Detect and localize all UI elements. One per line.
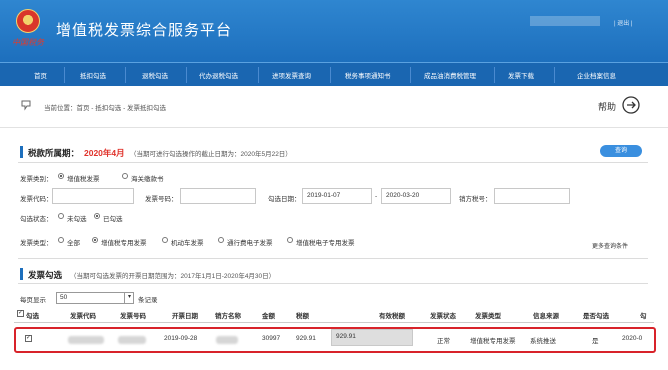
radio-type-vehicle-label: 机动车发票 xyxy=(171,240,204,247)
row-check-date: 2020-0 xyxy=(622,335,643,342)
date-to-input[interactable]: 2020-03-20 xyxy=(381,188,451,204)
col-date: 开票日期 xyxy=(172,313,198,320)
row-amount: 30997 xyxy=(262,335,281,342)
section-marker xyxy=(20,268,23,280)
invoice-number-input[interactable] xyxy=(180,188,256,204)
date-label: 勾选日期： xyxy=(268,196,301,203)
seller-tax-label: 销方税号： xyxy=(459,196,492,203)
svg-text:中国税务: 中国税务 xyxy=(12,38,45,47)
col-status: 发票状态 xyxy=(430,313,456,320)
query-button[interactable]: 查询 xyxy=(600,145,642,157)
section-marker xyxy=(20,146,23,158)
nav-item-refund[interactable]: 退税勾选 xyxy=(142,70,168,80)
blurred-seller-name xyxy=(216,336,238,344)
nav-item-deduction[interactable]: 抵扣勾选 xyxy=(80,70,106,80)
radio-type-e-special-label: 增值税电子专用发票 xyxy=(296,240,355,247)
app-title: 增值税发票综合服务平台 xyxy=(56,22,233,39)
check-status-label: 勾选状态： xyxy=(20,216,53,223)
period-note: （当期可进行勾选操作的截止日期为：2020年5月22日） xyxy=(130,151,292,158)
radio-vat-invoice-label: 增值税发票 xyxy=(67,176,100,183)
nav-item-download[interactable]: 发票下载 xyxy=(508,70,534,80)
radio-checked-label: 已勾选 xyxy=(103,216,123,223)
row-source: 系统推送 xyxy=(530,338,556,345)
exit-link[interactable]: | 退出 | xyxy=(614,18,632,27)
row-status: 正常 xyxy=(437,338,450,345)
radio-type-toll[interactable] xyxy=(218,237,224,243)
radio-type-vehicle[interactable] xyxy=(162,237,168,243)
page-size-select[interactable]: 50 xyxy=(56,292,134,304)
invoice-section-title: 发票勾选 xyxy=(28,270,63,280)
invoice-section-note: （当期可勾选发票的开票日期范围为：2017年1月1日-2020年4月30日） xyxy=(70,273,276,280)
col-checked: 是否勾选 xyxy=(583,313,609,320)
row-tax: 929.91 xyxy=(296,335,316,342)
select-all-checkbox[interactable]: ✓ xyxy=(17,310,24,317)
invoice-code-label: 发票代码： xyxy=(20,196,53,203)
nav-item-oil-tax[interactable]: 成品油消费税管理 xyxy=(424,70,476,80)
user-info-blurred xyxy=(530,16,600,26)
invoice-type-label: 发票类型： xyxy=(20,240,53,247)
radio-type-all[interactable] xyxy=(58,237,64,243)
help-link[interactable]: 帮助 xyxy=(598,100,616,113)
col-check: 勾选 xyxy=(26,313,39,320)
nav-item-input-query[interactable]: 进项发票查询 xyxy=(272,70,311,80)
seller-tax-input[interactable] xyxy=(494,188,570,204)
col-tax: 税额 xyxy=(296,313,309,320)
row-date: 2019-09-28 xyxy=(164,335,198,342)
nav-item-notices[interactable]: 税务事项通知书 xyxy=(345,70,391,80)
radio-type-vat-special[interactable] xyxy=(92,237,98,243)
arrow-right-circle-icon[interactable] xyxy=(622,96,640,114)
radio-type-vat-special-label: 增值税专用发票 xyxy=(101,240,147,247)
nav-item-agent-refund[interactable]: 代办退税勾选 xyxy=(199,70,238,80)
radio-vat-invoice[interactable] xyxy=(58,173,64,179)
radio-customs[interactable] xyxy=(122,173,128,179)
col-amount: 金额 xyxy=(262,313,275,320)
more-conditions-link[interactable]: 更多查询条件 xyxy=(592,241,628,250)
radio-customs-label: 海关缴款书 xyxy=(131,176,164,183)
col-valid-tax: 有效税额 xyxy=(379,313,405,320)
date-separator: - xyxy=(375,193,378,200)
location-pin-icon xyxy=(21,100,31,111)
invoice-code-input[interactable] xyxy=(52,188,134,204)
page-size-unit: 条记录 xyxy=(138,297,158,304)
blurred-invoice-code xyxy=(68,336,104,344)
tax-logo-lettering: 中国税务 xyxy=(12,38,45,47)
breadcrumb-text: 当前位置：首页 - 抵扣勾选 - 发票抵扣勾选 xyxy=(44,105,167,112)
row-checked: 是 xyxy=(592,338,599,345)
page-size-label: 每页显示 xyxy=(20,297,46,304)
invoice-class-label: 发票类别： xyxy=(20,176,53,183)
period-value: 2020年4月 xyxy=(84,148,125,158)
divider xyxy=(18,258,648,259)
radio-checked[interactable] xyxy=(94,213,100,219)
radio-type-toll-label: 通行费电子发票 xyxy=(227,240,273,247)
blurred-invoice-number xyxy=(118,336,146,344)
period-label: 税款所属期： xyxy=(28,148,80,158)
col-code: 发票代码 xyxy=(70,313,96,320)
nav-item-home[interactable]: 首页 xyxy=(34,70,47,80)
table-header-line xyxy=(14,322,654,323)
main-nav: 首页 抵扣勾选 退税勾选 代办退税勾选 进项发票查询 税务事项通知书 成品油消费… xyxy=(0,62,668,86)
row-checkbox[interactable]: ✓ xyxy=(25,335,32,342)
header: 中国税务 增值税发票综合服务平台 | 退出 | xyxy=(0,0,668,62)
date-from-input[interactable]: 2019-01-07 xyxy=(302,188,372,204)
col-source: 信息来源 xyxy=(533,313,559,320)
col-number: 发票号码 xyxy=(120,313,146,320)
tax-emblem-icon xyxy=(16,9,40,33)
chevron-down-icon[interactable]: ▾ xyxy=(124,292,134,304)
col-seller: 销方名称 xyxy=(215,313,241,320)
divider xyxy=(18,283,648,284)
breadcrumb: 当前位置：首页 - 抵扣勾选 - 发票抵扣勾选 帮助 xyxy=(0,86,668,128)
col-check-date: 勾 xyxy=(640,313,647,320)
valid-tax-input[interactable]: 929.91 xyxy=(331,329,413,346)
radio-unchecked-label: 未勾选 xyxy=(67,216,87,223)
radio-unchecked[interactable] xyxy=(58,213,64,219)
radio-type-e-special[interactable] xyxy=(287,237,293,243)
invoice-number-label: 发票号码： xyxy=(145,196,178,203)
radio-type-all-label: 全部 xyxy=(67,240,80,247)
row-type: 增值税专用发票 xyxy=(470,338,516,345)
nav-item-company-info[interactable]: 企业档案信息 xyxy=(577,70,616,80)
col-type: 发票类型 xyxy=(475,313,501,320)
divider xyxy=(18,162,648,163)
